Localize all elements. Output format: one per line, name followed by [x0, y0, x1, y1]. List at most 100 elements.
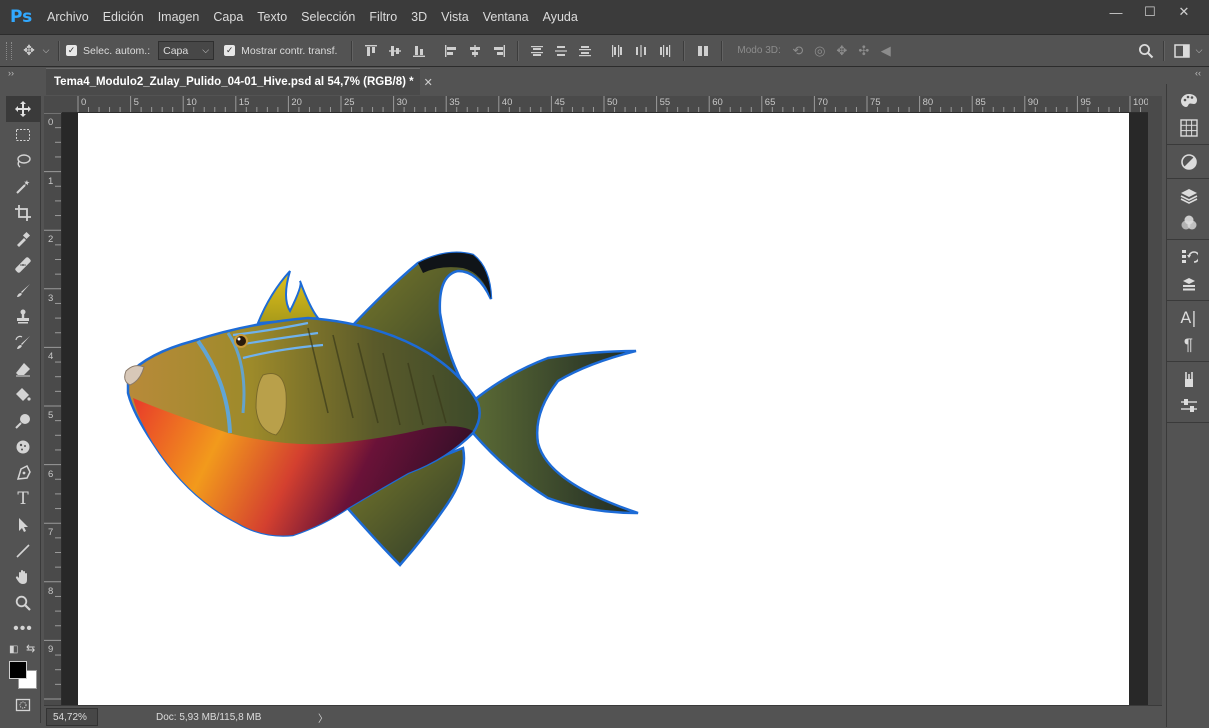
pan-3d-icon[interactable]: ✥: [831, 41, 853, 61]
channels-panel-icon[interactable]: [1167, 209, 1209, 236]
align-vertical-centers-icon[interactable]: [386, 42, 404, 60]
default-colors-icon[interactable]: ◧: [9, 644, 18, 655]
adjustments-panel-icon[interactable]: [1167, 148, 1209, 175]
vertical-scrollbar[interactable]: [1148, 96, 1162, 705]
status-bar: 54,72% Doc: 5,93 MB/115,8 MB 〉: [44, 705, 1162, 728]
options-grip[interactable]: [6, 41, 12, 60]
character-panel-icon[interactable]: A|: [1167, 304, 1209, 331]
document-size-info[interactable]: Doc: 5,93 MB/115,8 MB: [156, 712, 261, 723]
path-selection-icon[interactable]: [6, 512, 40, 538]
line-tool-icon[interactable]: [6, 538, 40, 564]
ruler-label: 7: [48, 527, 54, 539]
chevron-down-icon[interactable]: ⌵: [40, 40, 52, 62]
menu-capa[interactable]: Capa: [206, 10, 250, 24]
sponge-tool-icon[interactable]: [6, 434, 40, 460]
brush-tool-icon[interactable]: [6, 278, 40, 304]
hand-tool-icon[interactable]: [6, 564, 40, 590]
crop-tool-icon[interactable]: [6, 200, 40, 226]
search-icon[interactable]: [1135, 40, 1157, 62]
auto-select-target-dropdown[interactable]: Capa ⌵: [158, 41, 215, 60]
menu-filtro[interactable]: Filtro: [362, 10, 404, 24]
swap-colors-icon[interactable]: ⇆: [26, 642, 35, 655]
layers-panel-icon[interactable]: [1167, 182, 1209, 209]
move-tool-icon[interactable]: [6, 96, 40, 122]
eraser-icon[interactable]: [6, 356, 40, 382]
distribute-left-edges-icon[interactable]: [608, 42, 626, 60]
type-tool-icon[interactable]: T: [6, 486, 40, 512]
align-top-edges-icon[interactable]: [362, 42, 380, 60]
move-tool-preset-icon[interactable]: ✥: [18, 40, 40, 62]
clone-stamp-icon[interactable]: [6, 304, 40, 330]
align-left-edges-icon[interactable]: [442, 42, 460, 60]
ruler-label: 0: [48, 117, 54, 128]
roll-3d-icon[interactable]: ◎: [809, 41, 831, 61]
menu-3d[interactable]: 3D: [404, 10, 434, 24]
maximize-button[interactable]: ☐: [1133, 2, 1167, 22]
close-window-button[interactable]: ✕: [1167, 2, 1201, 22]
menu-ventana[interactable]: Ventana: [476, 10, 536, 24]
history-brush-icon[interactable]: [6, 330, 40, 356]
chevron-down-icon[interactable]: ⌵: [1193, 40, 1205, 62]
document-canvas[interactable]: [78, 113, 1129, 705]
close-document-icon[interactable]: ✕: [424, 76, 433, 89]
show-transform-checkbox[interactable]: ✓: [224, 45, 236, 56]
auto-select-checkbox[interactable]: ✓: [66, 45, 77, 56]
paint-bucket-icon[interactable]: [6, 382, 40, 408]
workspace-icon[interactable]: [1171, 40, 1193, 62]
menu-seleccion[interactable]: Selección: [294, 10, 362, 24]
collapse-toolbar-icon[interactable]: ››: [8, 68, 14, 78]
more-tools-icon[interactable]: •••: [6, 616, 40, 642]
color-panel-icon[interactable]: [1167, 87, 1209, 114]
menu-edicion[interactable]: Edición: [96, 10, 151, 24]
divider: [58, 40, 60, 61]
history-panel-icon[interactable]: [1167, 243, 1209, 270]
align-bottom-edges-icon[interactable]: [410, 42, 428, 60]
ruler-label: 85: [975, 97, 986, 108]
marquee-tool-icon[interactable]: [6, 122, 40, 148]
dock-group-history: [1167, 240, 1209, 301]
horizontal-ruler[interactable]: 0 5 10 15 20 25 30 35 40 45 50 55 60 65 70 75 80 85 90 95 10…: [62, 96, 1148, 113]
brush-settings-panel-icon[interactable]: [1167, 392, 1209, 419]
pen-tool-icon[interactable]: [6, 460, 40, 486]
foreground-color-swatch[interactable]: [9, 661, 27, 679]
properties-panel-icon[interactable]: [1167, 270, 1209, 297]
distribute-vertical-centers-icon[interactable]: [552, 42, 570, 60]
align-right-edges-icon[interactable]: [490, 42, 508, 60]
distribute-top-edges-icon[interactable]: [528, 42, 546, 60]
orbit-3d-icon[interactable]: ⟲: [787, 41, 809, 61]
ruler-corner[interactable]: [44, 96, 63, 114]
slide-3d-icon[interactable]: ✣: [853, 41, 875, 61]
ruler-label: 45: [554, 97, 565, 108]
distribute-right-edges-icon[interactable]: [656, 42, 674, 60]
menu-archivo[interactable]: Archivo: [40, 10, 96, 24]
auto-align-layers-icon[interactable]: [694, 42, 712, 60]
menu-ayuda[interactable]: Ayuda: [536, 10, 585, 24]
window-controls: — ☐ ✕: [1099, 2, 1201, 22]
menu-texto[interactable]: Texto: [250, 10, 294, 24]
vertical-ruler[interactable]: 0 1 2 3 4 5 6 7 8 9: [44, 113, 62, 705]
dodge-tool-icon[interactable]: [6, 408, 40, 434]
minimize-button[interactable]: —: [1099, 2, 1133, 22]
brush-presets-panel-icon[interactable]: [1167, 365, 1209, 392]
menu-vista[interactable]: Vista: [434, 10, 476, 24]
ruler-label: 55: [659, 97, 671, 108]
healing-brush-icon[interactable]: [6, 252, 40, 278]
document-tab[interactable]: Tema4_Modulo2_Zulay_Pulido_04-01_Hive.ps…: [46, 68, 433, 95]
ruler-label: 3: [48, 292, 54, 304]
camera-3d-icon[interactable]: ◀: [875, 41, 897, 61]
align-horizontal-centers-icon[interactable]: [466, 42, 484, 60]
quick-mask-icon[interactable]: [6, 692, 40, 718]
magic-wand-icon[interactable]: [6, 174, 40, 200]
status-menu-arrow-icon[interactable]: 〉: [318, 710, 328, 725]
zoom-tool-icon[interactable]: [6, 590, 40, 616]
swatches-panel-icon[interactable]: [1167, 114, 1209, 141]
distribute-horizontal-centers-icon[interactable]: [632, 42, 650, 60]
document-canvas-area[interactable]: [62, 113, 1148, 705]
distribute-bottom-edges-icon[interactable]: [576, 42, 594, 60]
lasso-tool-icon[interactable]: [6, 148, 40, 174]
zoom-field[interactable]: 54,72%: [46, 708, 98, 726]
eyedropper-icon[interactable]: [6, 226, 40, 252]
collapse-panels-icon[interactable]: ‹‹: [1195, 68, 1201, 78]
menu-imagen[interactable]: Imagen: [151, 10, 207, 24]
paragraph-panel-icon[interactable]: ¶: [1167, 331, 1209, 358]
